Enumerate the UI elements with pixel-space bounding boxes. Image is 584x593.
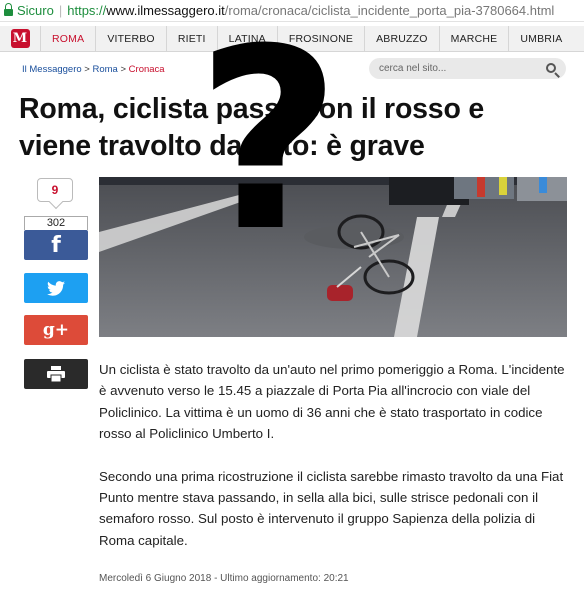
search-icon[interactable] <box>546 63 556 73</box>
twitter-share-button[interactable] <box>24 273 88 303</box>
nav-item-marche[interactable]: MARCHE <box>438 25 509 52</box>
nav-item-abruzzo[interactable]: ABRUZZO <box>364 25 439 52</box>
url-separator: | <box>58 3 63 18</box>
lock-icon <box>4 3 13 17</box>
google-plus-icon: g+ <box>42 320 70 340</box>
breadcrumb-separator: > <box>81 64 93 75</box>
nav-item-umbria[interactable]: UMBRIA <box>508 25 573 52</box>
site-search <box>369 58 566 79</box>
breadcrumb-separator: > <box>117 64 129 75</box>
logo-icon: M <box>10 29 30 48</box>
site-logo[interactable]: M <box>0 26 40 52</box>
article-paragraph: Un ciclista è stato travolto da un'auto … <box>99 362 565 442</box>
article-paragraph: Secondo una prima ricostruzione il cicli… <box>99 468 564 548</box>
nav-item-viterbo[interactable]: VITERBO <box>95 25 166 52</box>
twitter-icon <box>47 280 65 296</box>
breadcrumb-section[interactable]: Roma <box>93 64 118 75</box>
article-body: Un ciclista è stato travolto da un'auto … <box>99 359 569 572</box>
facebook-icon: f <box>51 232 61 258</box>
print-icon <box>47 366 65 382</box>
nav-item-roma[interactable]: ROMA <box>40 25 95 52</box>
url-scheme: https:// <box>67 3 107 18</box>
search-input[interactable] <box>379 63 529 74</box>
breadcrumb: Il Messaggero > Roma > Cronaca <box>22 64 165 75</box>
breadcrumb-home[interactable]: Il Messaggero <box>22 64 82 75</box>
google-plus-share-button[interactable]: g+ <box>24 315 88 345</box>
question-mark-overlay: ? <box>196 0 342 286</box>
print-button[interactable] <box>24 359 88 389</box>
breadcrumb-current[interactable]: Cronaca <box>129 64 165 75</box>
facebook-share-button[interactable]: f <box>24 230 88 260</box>
secure-label: Sicuro <box>17 3 54 18</box>
share-count: 302 <box>24 216 88 230</box>
article-dateline: Mercoledì 6 Giugno 2018 - Ultimo aggiorn… <box>99 573 349 584</box>
comment-count-badge[interactable]: 9 <box>37 178 73 202</box>
